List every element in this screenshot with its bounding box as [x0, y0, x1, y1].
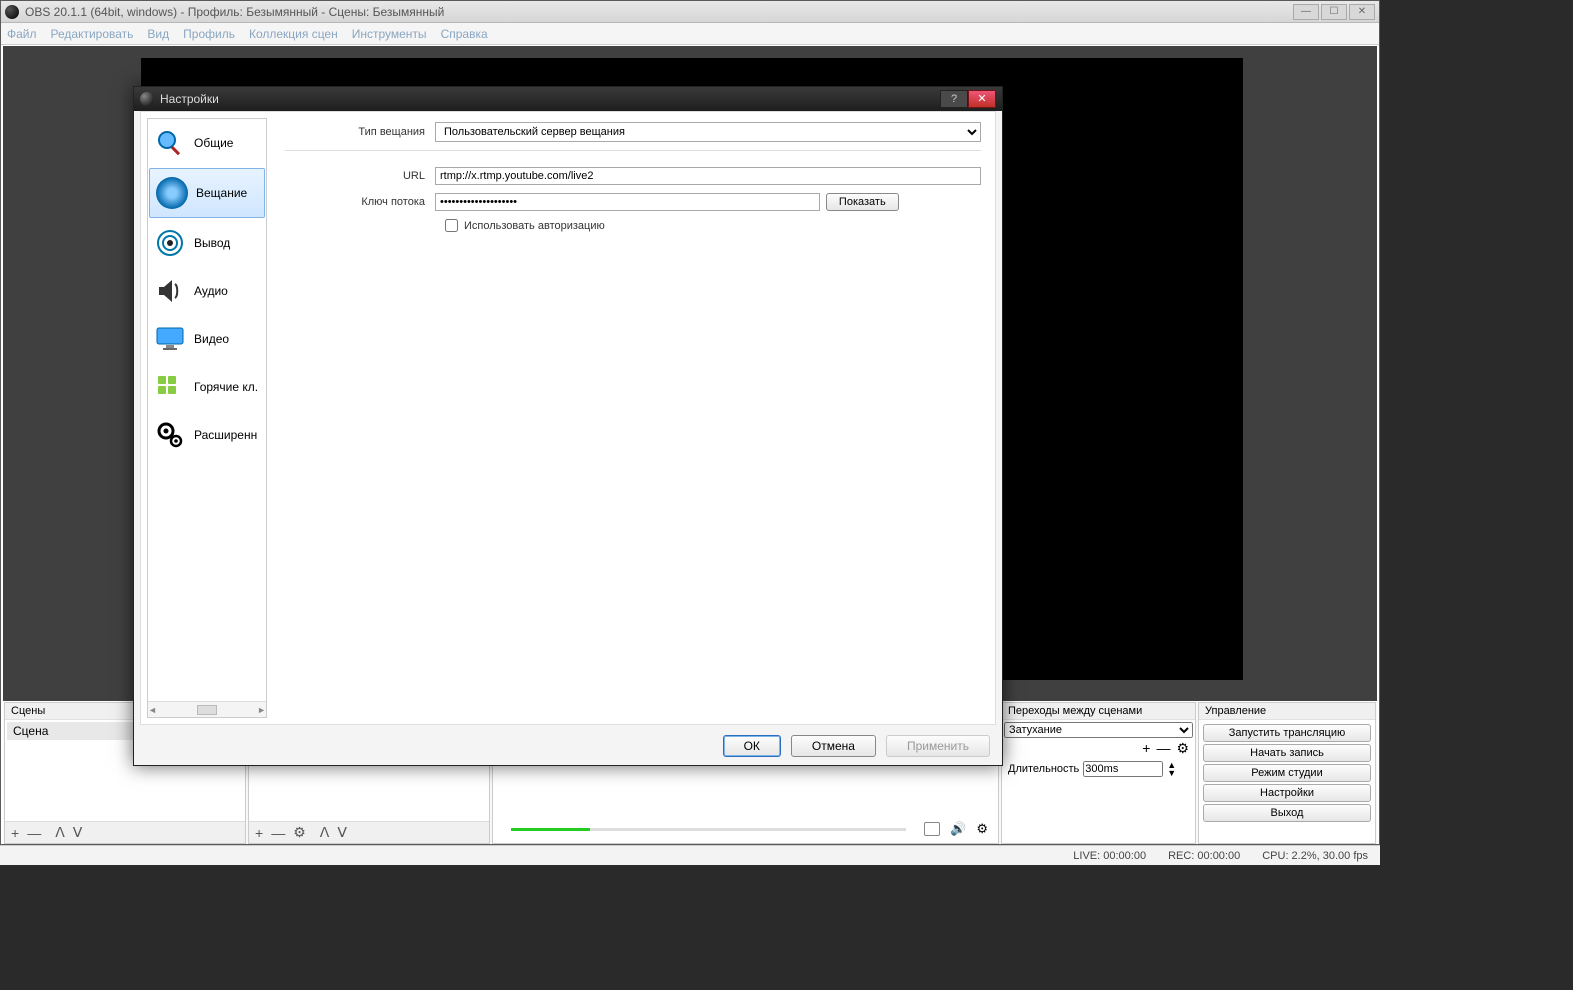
menu-edit[interactable]: Редактировать	[51, 27, 134, 41]
duration-label: Длительность	[1008, 763, 1079, 775]
obs-app-icon	[5, 5, 19, 19]
menu-file[interactable]: Файл	[7, 27, 37, 41]
minimize-button[interactable]: —	[1293, 4, 1319, 20]
antenna-icon	[154, 227, 186, 259]
sidebar-item-output[interactable]: Вывод	[148, 219, 266, 267]
use-auth-checkbox[interactable]	[445, 219, 458, 232]
sidebar-label-audio: Аудио	[194, 284, 228, 298]
url-label: URL	[285, 170, 435, 182]
mixer-level-bar	[511, 828, 906, 831]
menu-tools[interactable]: Инструменты	[352, 27, 427, 41]
sidebar-label-stream: Вещание	[196, 186, 247, 200]
dialog-app-icon	[140, 92, 154, 106]
url-input[interactable]	[435, 167, 981, 185]
mixer-mute-icon[interactable]	[924, 822, 940, 836]
show-key-button[interactable]: Показать	[826, 193, 899, 211]
studio-mode-button[interactable]: Режим студии	[1203, 764, 1371, 782]
source-add-button[interactable]: +	[255, 825, 263, 841]
sidebar-item-audio[interactable]: Аудио	[148, 267, 266, 315]
cancel-button[interactable]: Отмена	[791, 735, 876, 757]
settings-content: Тип вещания Пользовательский сервер веща…	[271, 112, 995, 724]
status-bar: LIVE: 00:00:00 REC: 00:00:00 CPU: 2.2%, …	[0, 845, 1380, 865]
menu-scene-collection[interactable]: Коллекция сцен	[249, 27, 338, 41]
dialog-help-button[interactable]: ?	[940, 90, 968, 108]
dialog-close-button[interactable]: ✕	[968, 90, 996, 108]
sidebar-item-stream[interactable]: Вещание	[149, 168, 265, 218]
ok-button[interactable]: ОК	[723, 735, 781, 757]
stream-key-label: Ключ потока	[285, 196, 435, 208]
dialog-title: Настройки	[160, 92, 219, 106]
settings-sidebar: Общие Вещание Вывод Аудио	[147, 118, 267, 718]
sidebar-item-hotkeys[interactable]: Горячие кл.	[148, 363, 266, 411]
source-remove-button[interactable]: —	[271, 825, 285, 841]
sidebar-item-general[interactable]: Общие	[148, 119, 266, 167]
scene-down-button[interactable]: ᐯ	[73, 824, 83, 841]
scene-add-button[interactable]: +	[11, 825, 19, 841]
start-recording-button[interactable]: Начать запись	[1203, 744, 1371, 762]
menu-view[interactable]: Вид	[147, 27, 169, 41]
maximize-button[interactable]: ☐	[1321, 4, 1347, 20]
duration-input[interactable]	[1083, 761, 1163, 777]
apply-button[interactable]: Применить	[886, 735, 990, 757]
gears-icon	[154, 419, 186, 451]
transition-select[interactable]: Затухание	[1004, 722, 1193, 738]
source-down-button[interactable]: ᐯ	[337, 824, 347, 841]
window-title: OBS 20.1.1 (64bit, windows) - Профиль: Б…	[25, 5, 444, 19]
globe-icon	[156, 177, 188, 209]
sidebar-scrollbar[interactable]: ◄►	[148, 701, 266, 717]
exit-button[interactable]: Выход	[1203, 804, 1371, 822]
stream-key-input[interactable]	[435, 193, 820, 211]
stream-type-select[interactable]: Пользовательский сервер вещания	[435, 122, 981, 142]
scene-remove-button[interactable]: —	[27, 825, 41, 841]
scene-up-button[interactable]: ᐱ	[55, 824, 65, 841]
transition-remove-button[interactable]: —	[1156, 740, 1170, 757]
close-button[interactable]: ✕	[1349, 4, 1375, 20]
mixer-gear-icon[interactable]: ⚙	[976, 821, 988, 837]
settings-button[interactable]: Настройки	[1203, 784, 1371, 802]
transitions-panel: Переходы между сценами Затухание + — ⚙ Д…	[1001, 702, 1196, 844]
stream-type-label: Тип вещания	[285, 126, 435, 138]
sidebar-label-video: Видео	[194, 332, 229, 346]
menu-help[interactable]: Справка	[441, 27, 488, 41]
sidebar-item-video[interactable]: Видео	[148, 315, 266, 363]
menu-profile[interactable]: Профиль	[183, 27, 235, 41]
sidebar-item-advanced[interactable]: Расширенн	[148, 411, 266, 459]
speaker-icon	[154, 275, 186, 307]
transition-add-button[interactable]: +	[1142, 740, 1150, 757]
mixer-row: 🔊 ⚙	[495, 817, 996, 841]
monitor-icon	[154, 323, 186, 355]
separator	[285, 150, 981, 151]
menubar: Файл Редактировать Вид Профиль Коллекция…	[1, 23, 1379, 45]
status-rec: REC: 00:00:00	[1164, 850, 1244, 862]
source-settings-button[interactable]: ⚙	[293, 824, 306, 841]
transition-settings-button[interactable]: ⚙	[1176, 740, 1189, 757]
settings-dialog: Настройки ? ✕ Общие Вещание Вывод	[133, 86, 1003, 766]
sidebar-label-advanced: Расширенн	[194, 428, 257, 442]
source-up-button[interactable]: ᐱ	[320, 824, 330, 841]
status-live: LIVE: 00:00:00	[1069, 850, 1150, 862]
sidebar-label-general: Общие	[194, 136, 233, 150]
main-titlebar[interactable]: OBS 20.1.1 (64bit, windows) - Профиль: Б…	[1, 1, 1379, 23]
keyboard-icon	[154, 371, 186, 403]
controls-header: Управление	[1199, 703, 1375, 720]
start-streaming-button[interactable]: Запустить трансляцию	[1203, 724, 1371, 742]
controls-panel: Управление Запустить трансляцию Начать з…	[1198, 702, 1376, 844]
speaker-icon[interactable]: 🔊	[950, 821, 966, 837]
dialog-titlebar[interactable]: Настройки ? ✕	[134, 87, 1002, 111]
gear-magnify-icon	[154, 127, 186, 159]
status-cpu: CPU: 2.2%, 30.00 fps	[1258, 850, 1372, 862]
sidebar-label-hotkeys: Горячие кл.	[194, 380, 258, 394]
transitions-header: Переходы между сценами	[1002, 703, 1195, 720]
use-auth-label: Использовать авторизацию	[464, 220, 605, 232]
sidebar-label-output: Вывод	[194, 236, 230, 250]
